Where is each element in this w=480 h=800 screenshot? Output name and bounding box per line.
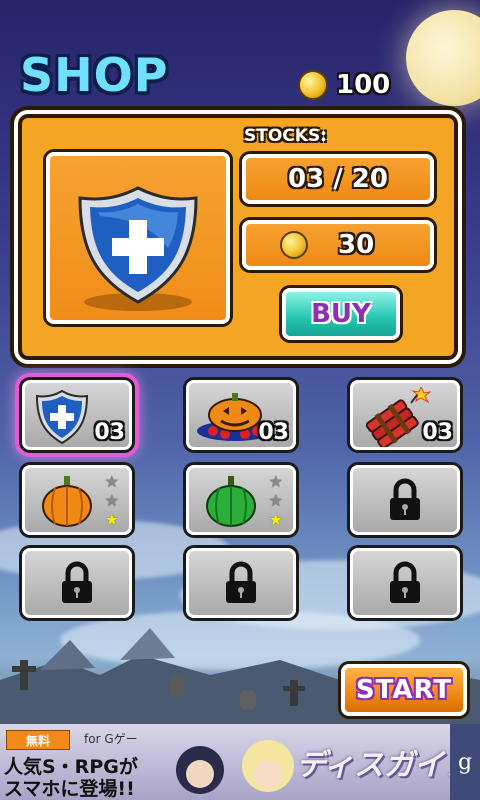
ad-network-icon[interactable]: g: [450, 724, 480, 800]
lock-icon: [390, 561, 420, 603]
coin-count: 100: [336, 70, 391, 100]
inventory-slot-green-pumpkin[interactable]: ★ ★ ★: [186, 465, 296, 535]
orange-pumpkin-icon: [42, 476, 92, 527]
inventory-slot-orange-pumpkin[interactable]: ★ ★ ★: [22, 465, 132, 535]
stock-count: 03 / 20: [242, 154, 434, 204]
shield-icon: [35, 389, 89, 445]
price-box: 30: [242, 220, 434, 270]
stocks-label: STOCKS:: [244, 126, 327, 146]
coin-icon: [280, 231, 308, 259]
star-icon: ★: [268, 510, 283, 529]
ad-free-badge: 無料: [6, 730, 70, 750]
lock-icon: [226, 561, 256, 603]
star-icon: ★: [268, 491, 283, 510]
ad-subline: スマホに登場!!: [4, 778, 135, 800]
inventory-slot-locked[interactable]: [350, 548, 460, 618]
inventory-slot-shield[interactable]: 03: [22, 380, 132, 450]
rating-stars: ★ ★ ★: [269, 473, 283, 529]
dynamite-icon: [365, 387, 431, 447]
star-icon: ★: [104, 472, 119, 491]
lock-icon: [390, 478, 420, 520]
ad-banner[interactable]: 無料 for Gゲー 人気S・RPGが スマホに登場!! ディスガイア g: [0, 724, 480, 800]
inventory-slot-locked[interactable]: [22, 548, 132, 618]
inventory-slot-dynamite[interactable]: 03: [350, 380, 460, 450]
shop-title: SHOP: [20, 48, 169, 102]
green-pumpkin-icon: [206, 476, 256, 527]
moon-icon: [406, 10, 480, 106]
item-count: 03: [422, 420, 453, 445]
inventory-slot-locked[interactable]: [186, 548, 296, 618]
shield-icon: [78, 186, 198, 311]
buy-button[interactable]: BUY: [282, 288, 400, 340]
coin-balance: 100: [298, 70, 390, 100]
ad-game-logo: ディスガイア: [296, 748, 474, 783]
star-icon: ★: [104, 510, 119, 529]
lock-icon: [62, 561, 92, 603]
game-background: SHOP 100 STOCKS: 03 / 20 30 BUY 03 03 03…: [0, 0, 480, 800]
star-icon: ★: [268, 472, 283, 491]
item-count: 03: [94, 420, 125, 445]
item-count: 03: [258, 420, 289, 445]
item-price: 30: [338, 230, 375, 260]
coin-icon: [298, 70, 328, 100]
rating-stars: ★ ★ ★: [105, 473, 119, 529]
inventory-slot-jack-o-lantern[interactable]: 03: [186, 380, 296, 450]
ad-for-text: for Gゲー: [84, 732, 138, 746]
start-button[interactable]: START: [341, 664, 467, 716]
ad-character-art: [176, 740, 294, 794]
inventory-slot-locked[interactable]: [350, 465, 460, 535]
selected-item-preview: [46, 152, 230, 324]
star-icon: ★: [104, 491, 119, 510]
